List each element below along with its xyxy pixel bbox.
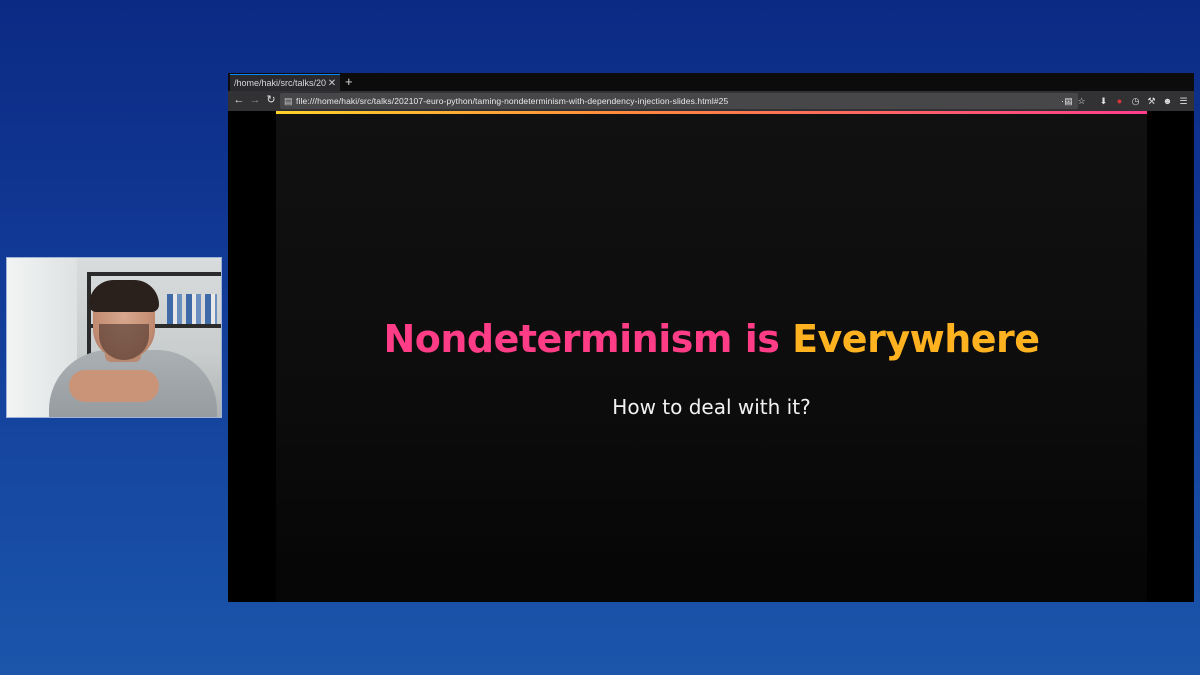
new-tab-icon[interactable]: +	[345, 74, 353, 90]
reload-icon[interactable]: ↻	[264, 93, 278, 107]
bookmark-star-icon[interactable]: ☆	[1076, 94, 1087, 108]
file-page-icon: ▤	[284, 95, 293, 106]
tab-title: /home/haki/src/talks/202…	[234, 78, 326, 88]
webcam-speaker-hands	[69, 370, 159, 402]
toolbar-icons: ⋯ ☆ ⬇ ● ◷ ⚒ ☻ ☰	[1060, 94, 1189, 108]
webcam-books	[167, 294, 217, 324]
webcam-shelf-top	[91, 272, 221, 276]
slide-progress-bar	[276, 111, 1147, 114]
history-icon[interactable]: ◷	[1130, 94, 1141, 108]
address-bar[interactable]: ▤ file:///home/haki/src/talks/202107-eur…	[280, 93, 1078, 109]
tools-icon[interactable]: ⚒	[1146, 94, 1157, 108]
close-tab-icon[interactable]: ✕	[326, 78, 338, 89]
tab-bar: /home/haki/src/talks/202… ✕ +	[228, 73, 1194, 91]
navigation-bar: ← → ↻ ▤ file:///home/haki/src/talks/2021…	[228, 91, 1194, 111]
slide-title: Nondeterminism is Everywhere	[276, 317, 1147, 361]
tab-slides[interactable]: /home/haki/src/talks/202… ✕	[230, 74, 340, 91]
forward-arrow-icon[interactable]: →	[248, 93, 262, 107]
account-icon[interactable]: ☻	[1162, 94, 1173, 108]
slide-title-part2: Everywhere	[792, 317, 1040, 361]
more-icon[interactable]: ⋯	[1060, 94, 1071, 108]
download-icon[interactable]: ⬇	[1098, 94, 1109, 108]
url-text[interactable]: file:///home/haki/src/talks/202107-euro-…	[296, 96, 728, 106]
webcam-speaker-hair	[89, 280, 159, 312]
slide-subtitle: How to deal with it?	[612, 395, 811, 419]
presentation-slide: Nondeterminism is Everywhere How to deal…	[276, 111, 1147, 602]
browser-window: /home/haki/src/talks/202… ✕ + ← → ↻ ▤ fi…	[228, 73, 1194, 602]
back-arrow-icon[interactable]: ←	[232, 93, 246, 107]
menu-icon[interactable]: ☰	[1178, 94, 1189, 108]
webcam-video	[6, 257, 222, 418]
page-content: Nondeterminism is Everywhere How to deal…	[228, 111, 1194, 602]
extension-icon[interactable]: ●	[1114, 94, 1125, 108]
slide-title-part1: Nondeterminism is	[383, 317, 780, 361]
